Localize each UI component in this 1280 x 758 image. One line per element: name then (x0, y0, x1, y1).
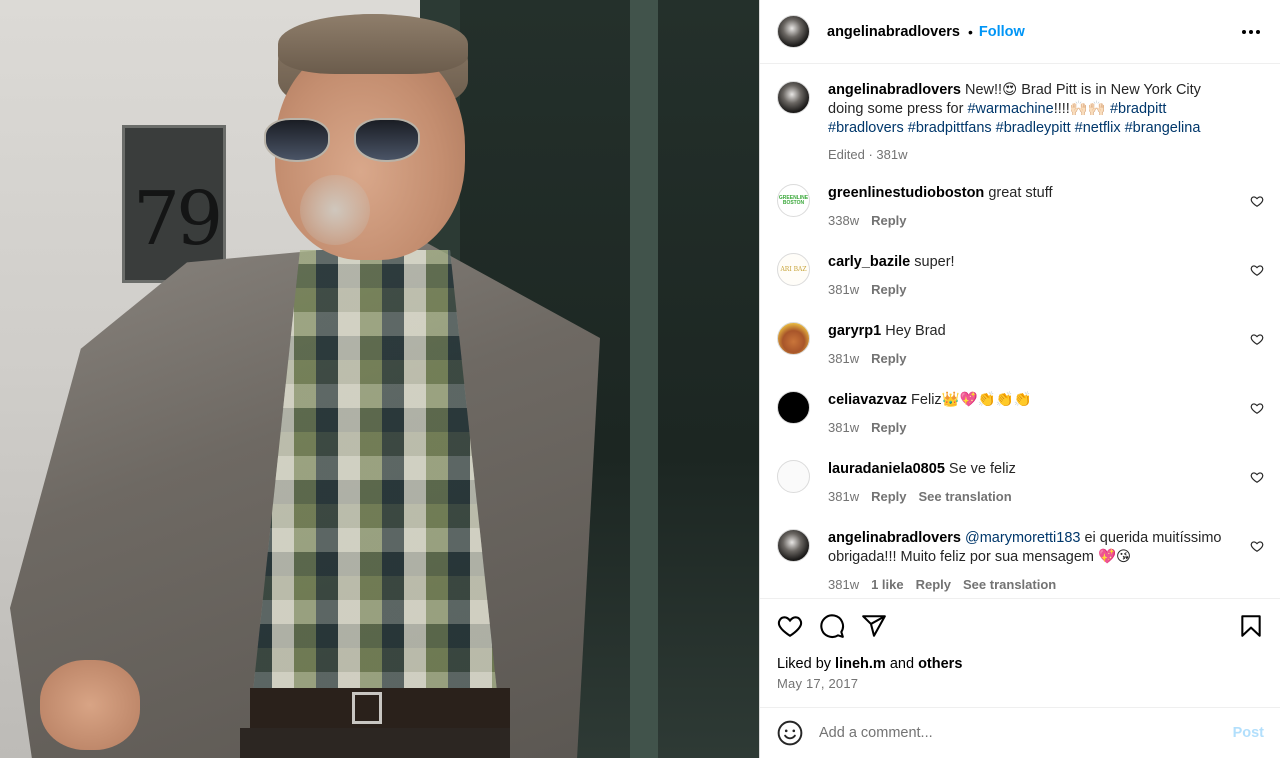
commenter-avatar[interactable] (777, 322, 810, 355)
like-comment-heart-icon[interactable] (1250, 470, 1264, 484)
liked-by-user[interactable]: lineh.m (835, 656, 886, 672)
comment-bubble-icon[interactable] (819, 613, 845, 639)
reply-button[interactable]: Reply (871, 420, 906, 435)
post-comment-button[interactable]: Post (1233, 725, 1264, 741)
reply-button[interactable]: Reply (871, 351, 906, 366)
like-comment-heart-icon[interactable] (1250, 332, 1264, 346)
comment-item: ARI BAZ carly_bazile super! 381w Reply (777, 253, 1264, 322)
liked-by-others[interactable]: others (918, 656, 962, 672)
commenter-username[interactable]: lauradaniela0805 (828, 461, 945, 477)
photo-hair-top (278, 14, 468, 74)
reply-button[interactable]: Reply (871, 282, 906, 297)
reply-button[interactable]: Reply (916, 577, 951, 592)
post-actions: Liked by lineh.m and others May 17, 2017 (760, 598, 1280, 706)
post-header: angelinabradlovers • Follow (760, 0, 1280, 64)
author-username[interactable]: angelinabradlovers (827, 24, 960, 40)
likes-prefix: Liked by (777, 656, 836, 672)
comment-text: Feliz👑💖👏👏👏 (911, 392, 1032, 408)
like-comment-heart-icon[interactable] (1250, 401, 1264, 415)
photo-beard (300, 175, 370, 245)
photo-hand (40, 660, 140, 750)
caption-avatar[interactable] (777, 81, 810, 114)
more-options-icon[interactable] (1238, 26, 1264, 38)
see-translation-button[interactable]: See translation (963, 577, 1056, 592)
comment-item: garyrp1 Hey Brad 381w Reply (777, 322, 1264, 391)
like-comment-heart-icon[interactable] (1250, 263, 1264, 277)
likes-summary: Liked by lineh.m and others (777, 656, 1264, 672)
commenter-username[interactable]: garyrp1 (828, 323, 881, 339)
like-comment-heart-icon[interactable] (1250, 194, 1264, 208)
photo-belt-buckle (352, 692, 382, 724)
commenter-username[interactable]: angelinabradlovers (828, 530, 961, 546)
comment-item: celiavazvaz Feliz👑💖👏👏👏 381w Reply (777, 391, 1264, 460)
comment-item: GREENLINE BOSTON greenlinestudioboston g… (777, 184, 1264, 253)
comment-item: lauradaniela0805 Se ve feliz 381w Reply Se… (777, 460, 1264, 529)
commenter-username[interactable]: greenlinestudioboston (828, 185, 984, 201)
commenter-avatar[interactable]: ARI BAZ (777, 253, 810, 286)
reply-button[interactable]: Reply (871, 213, 906, 228)
commenter-avatar[interactable] (777, 460, 810, 493)
caption-body-mid: !!!!🙌🏻🙌🏻 (1053, 101, 1110, 117)
reply-button[interactable]: Reply (871, 489, 906, 504)
follow-button[interactable]: Follow (979, 24, 1025, 40)
comment-age: 381w (828, 489, 860, 504)
commenter-avatar[interactable] (777, 391, 810, 424)
post-photo[interactable]: 79 (0, 0, 759, 758)
commenter-username[interactable]: carly_bazile (828, 254, 910, 270)
share-paper-plane-icon[interactable] (861, 613, 887, 639)
comment-text: super! (914, 254, 955, 270)
comment-text: Hey Brad (885, 323, 946, 339)
commenter-avatar[interactable] (777, 529, 810, 562)
caption-text: angelinabradlovers New!!😍 Brad Pitt is i… (828, 81, 1238, 138)
see-translation-button[interactable]: See translation (918, 489, 1011, 504)
avatar-logo-text: ARI BAZ (780, 266, 807, 273)
post-caption: angelinabradlovers New!!😍 Brad Pitt is i… (777, 81, 1264, 184)
likes-middle: and (885, 656, 919, 672)
comment-likes-count[interactable]: 1 like (871, 577, 904, 592)
comment-text: great stuff (988, 185, 1053, 201)
photo-door-bar (630, 0, 658, 758)
author-avatar[interactable] (777, 15, 810, 48)
like-heart-icon[interactable] (777, 613, 803, 639)
comments-list[interactable]: angelinabradlovers New!!😍 Brad Pitt is i… (760, 65, 1280, 598)
post-date: May 17, 2017 (777, 676, 859, 691)
post-side-panel: angelinabradlovers • Follow angelinabrad… (759, 0, 1280, 758)
avatar-logo-text: GREENLINE BOSTON (778, 194, 809, 206)
comment-age: 338w (828, 213, 860, 228)
comment-item: angelinabradlovers @marymoretti183 ei qu… (777, 529, 1264, 592)
post-modal: 79 angelinabradlovers • Follow angelinab… (0, 0, 1280, 758)
comment-age: 381w (828, 351, 860, 366)
comment-age: 381w (828, 577, 860, 592)
mention-link[interactable]: @marymoretti183 (965, 530, 1080, 546)
photo-sunglasses (262, 118, 442, 166)
add-comment-bar: Post (760, 707, 1280, 758)
comment-age: 381w (828, 420, 860, 435)
header-separator: • (967, 23, 973, 40)
caption-meta: Edited · 381w (828, 147, 908, 162)
emoji-smiley-icon[interactable] (777, 720, 803, 746)
hashtag-link[interactable]: #warmachine (967, 101, 1053, 117)
comment-age: 381w (828, 282, 860, 297)
plaque-number: 79 (133, 176, 223, 262)
commenter-username[interactable]: celiavazvaz (828, 392, 907, 408)
photo-pants (240, 728, 510, 758)
caption-username[interactable]: angelinabradlovers (828, 82, 961, 98)
commenter-avatar[interactable]: GREENLINE BOSTON (777, 184, 810, 217)
add-comment-input[interactable] (819, 725, 1233, 741)
photo-address-plaque: 79 (122, 125, 226, 283)
like-comment-heart-icon[interactable] (1250, 539, 1264, 553)
save-bookmark-icon[interactable] (1238, 613, 1264, 639)
comment-text: Se ve feliz (948, 461, 1016, 477)
